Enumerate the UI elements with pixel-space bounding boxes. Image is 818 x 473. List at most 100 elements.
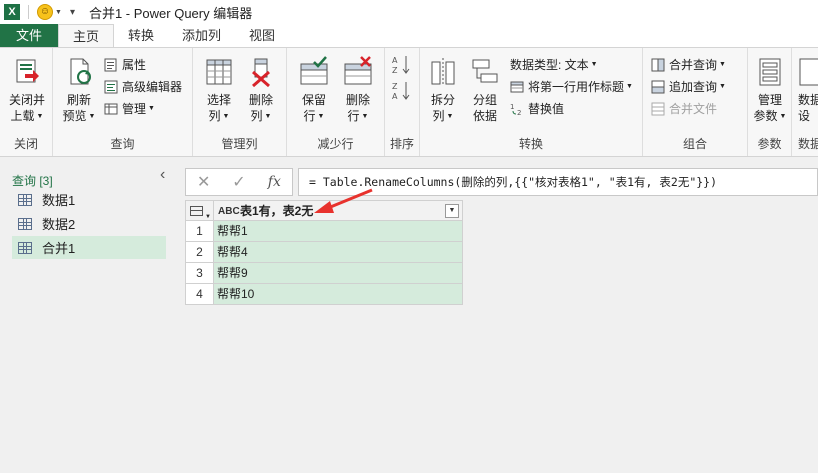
customize-toolbar-icon[interactable]: ▾ <box>70 7 75 18</box>
table-cell[interactable]: 帮帮9 <box>213 262 463 284</box>
split-label-2: 列 <box>432 109 445 123</box>
close-load-label-2: 上载 <box>10 109 35 123</box>
remove-rows-label-2: 行 <box>347 109 360 123</box>
svg-text:1: 1 <box>510 103 514 111</box>
replace-values-icon: 12 <box>510 102 524 117</box>
filter-dropdown-icon[interactable]: ▼ <box>445 204 459 218</box>
query-item-data2[interactable]: 数据2 <box>12 212 166 235</box>
table-cell[interactable]: 帮帮1 <box>213 220 463 242</box>
column-header-label: 表1有，表2无 <box>240 204 314 218</box>
close-and-load-button[interactable]: 关闭并 上载 ▼ <box>4 56 50 125</box>
table-menu-button[interactable]: ▼ <box>185 200 214 221</box>
choose-columns-label-1: 选择 <box>206 93 231 107</box>
advanced-editor-button[interactable]: 高级编辑器 <box>104 78 182 96</box>
chevron-down-icon: ▼ <box>779 112 787 120</box>
smiley-icon[interactable]: ☺ <box>37 4 53 20</box>
svg-text:A: A <box>392 56 398 65</box>
group-label: 排序 <box>389 137 414 151</box>
group-combine: 合并查询 ▼ 追加查询 ▼ 合并文件 组合 <box>643 48 748 156</box>
chevron-down-icon: ▼ <box>36 112 44 120</box>
row-number[interactable]: 2 <box>185 241 214 263</box>
collapse-pane-icon[interactable]: ‹ <box>160 166 165 184</box>
group-label: 参数 <box>757 137 782 151</box>
chevron-down-icon[interactable]: ▼ <box>55 9 62 16</box>
data-type-dropdown[interactable]: 数据类型: 文本 ▼ <box>510 56 598 74</box>
text-type-icon[interactable]: ABC <box>218 202 240 222</box>
queries-pane: 查询 [3] ‹ 数据1 数据2 合并1 <box>0 158 176 473</box>
remove-columns-label-2: 列 <box>250 109 263 123</box>
group-label: 减少行 <box>317 137 354 151</box>
refresh-icon <box>63 56 95 88</box>
commit-formula-icon[interactable]: ✓ <box>221 172 256 192</box>
formula-input[interactable]: = Table.RenameColumns(删除的列,{{"核对表格1", "表… <box>298 168 818 196</box>
query-item-merge1[interactable]: 合并1 <box>12 236 166 259</box>
queries-header[interactable]: 查询 [3] <box>12 172 53 189</box>
properties-button[interactable]: 属性 <box>104 56 146 74</box>
merge-queries-button[interactable]: 合并查询 ▼ <box>651 56 726 74</box>
keep-rows-button[interactable]: 保留 行 ▼ <box>293 56 335 125</box>
group-by-button[interactable]: 分组 依据 <box>466 56 504 124</box>
window-title: 合并1 - Power Query 编辑器 <box>88 5 253 21</box>
data-source-icon <box>798 56 818 88</box>
split-label-1: 拆分 <box>430 93 455 107</box>
table-cell[interactable]: 帮帮10 <box>213 283 463 305</box>
group-by-label-1: 分组 <box>472 93 497 107</box>
sort-ascending-button[interactable]: AZ <box>391 54 413 80</box>
combine-files-label: 合并文件 <box>669 102 718 116</box>
tab-transform[interactable]: 转换 <box>114 24 168 47</box>
remove-rows-label-1: 删除 <box>345 93 370 107</box>
group-by-label-2: 依据 <box>472 109 497 123</box>
table-icon <box>18 217 32 230</box>
replace-values-label: 替换值 <box>528 102 565 116</box>
cancel-formula-icon[interactable]: ✕ <box>186 172 221 192</box>
keep-rows-label-2: 行 <box>303 109 316 123</box>
tab-home[interactable]: 主页 <box>58 24 115 47</box>
data-source-settings-button[interactable]: 数据 设 <box>798 56 818 124</box>
table-cell[interactable]: 帮帮4 <box>213 241 463 263</box>
close-and-load-icon <box>11 56 43 88</box>
remove-columns-button[interactable]: 删除 列 ▼ <box>241 56 281 125</box>
group-transform: 拆分 列 ▼ 分组 依据 数据类型: 文本 ▼ 将第一行用作标题 ▼ 1 2 替… <box>420 48 643 156</box>
chevron-down-icon: ▼ <box>626 83 633 90</box>
advanced-editor-icon <box>104 80 118 94</box>
tab-view[interactable]: 视图 <box>235 24 289 47</box>
tab-add-column[interactable]: 添加列 <box>168 24 235 47</box>
merge-queries-icon <box>651 58 665 72</box>
choose-columns-button[interactable]: 选择 列 ▼ <box>199 56 239 125</box>
manage-params-label-1: 管理 <box>757 93 782 107</box>
use-first-row-as-headers-button[interactable]: 将第一行用作标题 ▼ <box>510 78 633 96</box>
refresh-preview-button[interactable]: 刷新 预览 ▼ <box>57 56 101 125</box>
table-icon <box>190 206 203 216</box>
split-column-icon <box>427 56 459 88</box>
tab-file[interactable]: 文件 <box>0 24 58 47</box>
replace-values-button[interactable]: 12 替换值 <box>510 100 564 118</box>
combine-files-button[interactable]: 合并文件 <box>651 100 717 118</box>
manage-label: 管理 <box>122 102 147 116</box>
query-item-data1[interactable]: 数据1 <box>12 188 166 211</box>
fx-icon[interactable]: fx <box>257 174 292 190</box>
manage-parameters-button[interactable]: 管理 参数 ▼ <box>750 56 790 125</box>
append-queries-button[interactable]: 追加查询 ▼ <box>651 78 726 96</box>
group-data-source: 数据 设 数据 <box>792 48 818 156</box>
refresh-label-2: 预览 <box>62 109 87 123</box>
choose-columns-label-2: 列 <box>208 109 221 123</box>
manage-button[interactable]: 管理 ▼ <box>104 100 155 118</box>
query-item-label: 数据1 <box>42 193 76 208</box>
column-header[interactable]: ABC 表1有，表2无 ▼ <box>213 200 463 221</box>
data-source-label-2: 设 <box>798 109 811 123</box>
data-source-label-1: 数据 <box>798 93 818 107</box>
svg-text:A: A <box>392 92 398 101</box>
append-queries-icon <box>651 80 665 94</box>
chevron-down-icon: ▼ <box>222 112 230 120</box>
remove-rows-button[interactable]: 删除 行 ▼ <box>337 56 379 125</box>
row-number[interactable]: 4 <box>185 283 214 305</box>
svg-text:Z: Z <box>392 82 398 91</box>
sort-descending-button[interactable]: ZA <box>391 80 413 106</box>
row-number[interactable]: 3 <box>185 262 214 284</box>
split-column-button[interactable]: 拆分 列 ▼ <box>424 56 462 125</box>
chevron-down-icon: ▼ <box>719 61 726 68</box>
row-number[interactable]: 1 <box>185 220 214 242</box>
table-icon <box>18 193 32 206</box>
close-load-label-1: 关闭并 <box>8 93 45 107</box>
first-row-header-icon <box>510 80 524 94</box>
